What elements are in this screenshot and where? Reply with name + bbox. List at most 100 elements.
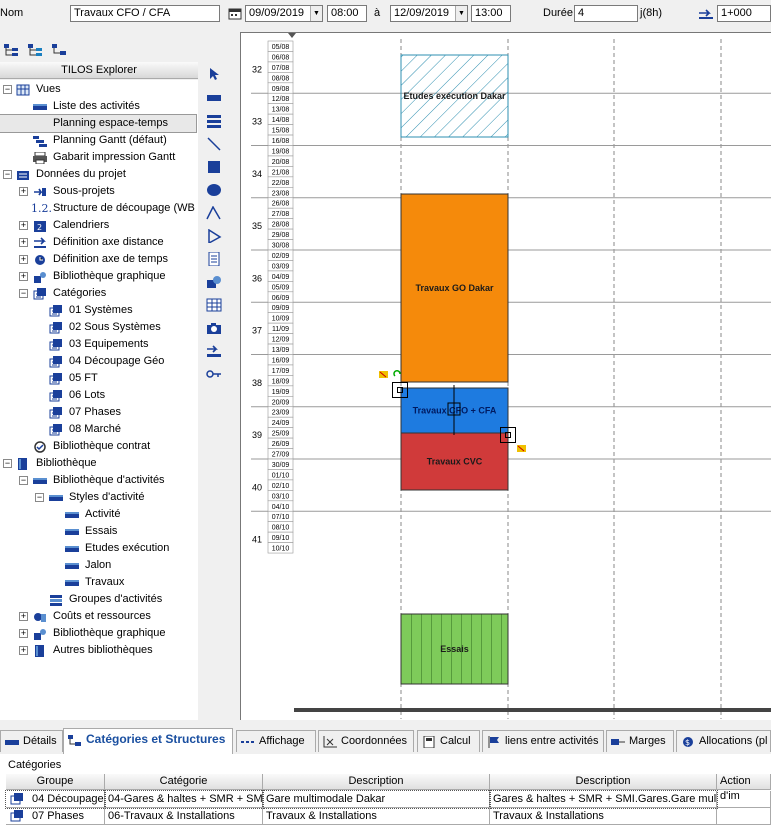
tree-node[interactable]: 05 FT <box>69 370 100 387</box>
tree-node[interactable]: 08 Marché <box>69 421 123 438</box>
tree-node[interactable]: Coûts et ressources <box>53 608 153 625</box>
tab-liens-activites[interactable]: liens entre activités <box>482 730 604 752</box>
tree-node[interactable]: Jalon <box>85 557 113 574</box>
tab-affichage[interactable]: Affichage <box>236 730 316 752</box>
planning-canvas[interactable]: 05/08 06/08 07/08 08/08 09/08 12/08 13/08 14/08… <box>241 33 771 720</box>
tree-node[interactable]: Bibliothèque graphique <box>53 268 168 285</box>
line-icon[interactable] <box>206 137 222 151</box>
collapse-toggle-icon[interactable]: − <box>3 170 12 179</box>
tree-level-icon[interactable] <box>51 43 67 57</box>
tree-node[interactable]: 07 Phases <box>69 404 123 421</box>
tab-marges[interactable]: Marges <box>606 730 674 752</box>
column-header[interactable]: Catégorie <box>105 774 263 790</box>
column-header[interactable]: Action d'im <box>717 774 771 802</box>
tree-node[interactable]: Styles d'activité <box>69 489 146 506</box>
tree-node[interactable]: Bibliothèque graphique <box>53 625 168 642</box>
tree-node[interactable]: 06 Lots <box>69 387 107 404</box>
expand-toggle-icon[interactable]: + <box>19 187 28 196</box>
tree-node[interactable]: Bibliothèque contrat <box>53 438 152 455</box>
list-icon[interactable] <box>206 114 222 128</box>
tab-details[interactable]: Détails <box>0 730 63 752</box>
tree-node[interactable]: Calendriers <box>53 217 111 234</box>
table-cell[interactable]: 04-Gares & haltes + SMR + SMI. <box>104 790 264 809</box>
collapse-toggle-icon[interactable]: − <box>3 85 12 94</box>
start-time-input[interactable]: 08:00 <box>327 5 367 22</box>
text-page-icon[interactable] <box>206 251 222 267</box>
collapse-all-icon[interactable] <box>27 43 43 57</box>
tree-node[interactable]: Bibliothèque <box>36 455 99 472</box>
table-cell[interactable]: Gares & haltes + SMR + SMI.Gares.Gare mu… <box>489 790 718 809</box>
collapse-toggle-icon[interactable]: − <box>19 476 28 485</box>
square-icon[interactable] <box>206 160 222 174</box>
table-cell[interactable]: Travaux & Installations <box>263 808 490 825</box>
tree-node[interactable]: 01 Systèmes <box>69 302 135 319</box>
expand-toggle-icon[interactable]: + <box>19 646 28 655</box>
space-time-planning-view[interactable]: 05/08 06/08 07/08 08/08 09/08 12/08 13/08 14/08… <box>240 32 771 720</box>
tree-node[interactable]: Activité <box>85 506 122 523</box>
start-date-select[interactable]: 09/09/2019 ▼ <box>245 5 323 22</box>
expand-toggle-icon[interactable]: + <box>19 629 28 638</box>
collapse-toggle-icon[interactable]: − <box>35 493 44 502</box>
table-cell[interactable]: Gare multimodale Dakar <box>262 790 491 809</box>
tree-node[interactable]: Vues <box>36 81 63 98</box>
selection-handle-end[interactable] <box>500 427 516 443</box>
tree-node[interactable]: Autres bibliothèques <box>53 642 155 659</box>
camera-icon[interactable] <box>206 321 222 335</box>
tab-calcul[interactable]: Calcul <box>417 730 480 752</box>
duree-input[interactable]: 4 <box>574 5 638 22</box>
ellipse-icon[interactable] <box>206 183 222 197</box>
table-cell[interactable]: 06-Travaux & Installations <box>105 808 263 825</box>
end-date-select[interactable]: 12/09/2019 ▼ <box>390 5 468 22</box>
grid-icon[interactable] <box>206 298 222 312</box>
tree-node[interactable]: Travaux <box>85 574 126 591</box>
tree-node[interactable]: Essais <box>85 523 119 540</box>
tree-node[interactable]: 02 Sous Systèmes <box>69 319 163 336</box>
position-icon[interactable] <box>698 7 714 20</box>
collapse-toggle-icon[interactable]: − <box>19 289 28 298</box>
tab-allocations[interactable]: $ Allocations (pl <box>676 730 771 752</box>
expand-toggle-icon[interactable]: + <box>19 612 28 621</box>
triangle-arrow-icon[interactable] <box>206 228 222 245</box>
tree-node[interactable]: Définition axe distance <box>53 234 166 251</box>
polyline-icon[interactable] <box>206 205 222 220</box>
position-input[interactable]: 1+000 <box>717 5 771 22</box>
tree-node[interactable]: Données du projet <box>36 166 128 183</box>
tree-node[interactable]: Gabarit impression Gantt <box>53 149 177 166</box>
table-cell[interactable] <box>717 808 771 825</box>
tree-node[interactable]: Catégories <box>53 285 108 302</box>
tree-node[interactable]: Structure de découpage (WB <box>53 200 197 217</box>
tree-node[interactable]: Liste des activités <box>53 98 142 115</box>
tree-node[interactable]: Etudes exécution <box>85 540 171 557</box>
move-down-icon[interactable] <box>206 344 222 358</box>
horizontal-scrollbar[interactable] <box>294 708 771 712</box>
calendar-icon[interactable] <box>228 7 242 20</box>
link-handle-end-icon[interactable] <box>517 443 526 452</box>
tree-node[interactable]: Bibliothèque d'activités <box>53 472 167 489</box>
end-time-input[interactable]: 13:00 <box>471 5 511 22</box>
tab-categories-structures[interactable]: Catégories et Structures <box>63 728 233 754</box>
tree-node[interactable]: 04 Découpage Géo <box>69 353 166 370</box>
column-header[interactable]: Description <box>490 774 717 790</box>
expand-toggle-icon[interactable]: + <box>19 272 28 281</box>
chevron-down-icon[interactable]: ▼ <box>310 6 322 21</box>
tree-node[interactable]: Définition axe de temps <box>53 251 170 268</box>
link-handle-icon[interactable] <box>379 369 388 378</box>
column-header[interactable]: Groupe <box>6 774 105 790</box>
tree-node[interactable]: Groupes d'activités <box>69 591 164 608</box>
chevron-down-icon[interactable]: ▼ <box>455 6 467 21</box>
column-header[interactable]: Description <box>263 774 490 790</box>
link-icon[interactable] <box>206 367 222 381</box>
nom-input[interactable]: Travaux CFO / CFA <box>70 5 220 22</box>
tab-coordonnees[interactable]: Coordonnées <box>318 730 414 752</box>
tree-node[interactable]: Planning espace-temps <box>0 114 197 133</box>
expand-toggle-icon[interactable]: + <box>19 238 28 247</box>
table-cell[interactable]: Travaux & Installations <box>490 808 717 825</box>
expand-toggle-icon[interactable]: + <box>19 221 28 230</box>
refresh-link-icon[interactable] <box>393 369 402 377</box>
collapse-toggle-icon[interactable]: − <box>3 459 12 468</box>
expand-all-icon[interactable] <box>3 43 19 57</box>
table-cell[interactable] <box>717 791 771 808</box>
tree-node[interactable]: Planning Gantt (défaut) <box>53 132 169 149</box>
shape-library-icon[interactable] <box>206 275 222 289</box>
expand-toggle-icon[interactable]: + <box>19 255 28 264</box>
